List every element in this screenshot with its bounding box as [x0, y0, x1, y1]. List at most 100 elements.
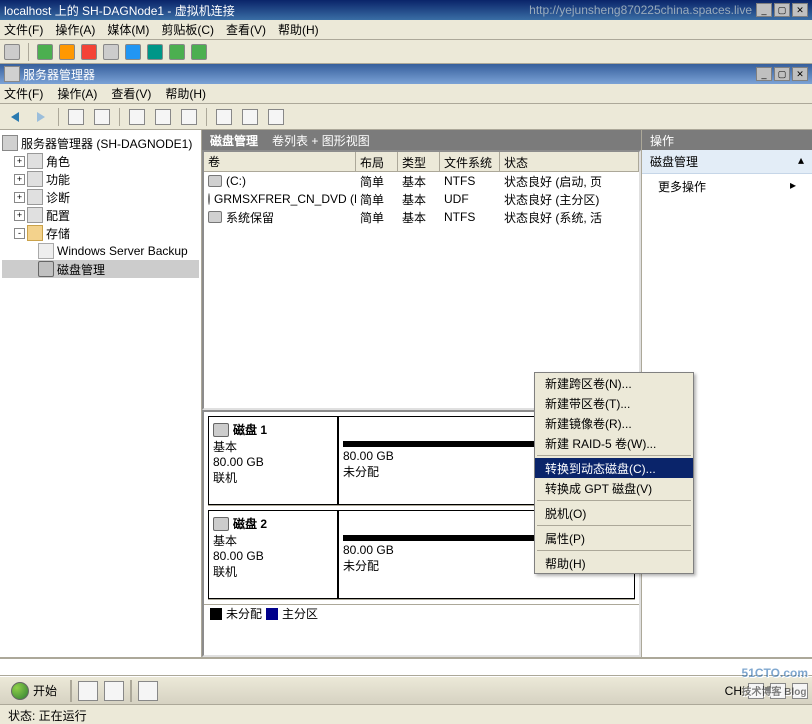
- ime-indicator[interactable]: CH: [725, 684, 742, 698]
- actions-more[interactable]: 更多操作 ▸: [642, 174, 812, 199]
- disk-icon: [213, 517, 229, 531]
- shutdown-icon[interactable]: [59, 44, 75, 60]
- sm-titlebar: 服务器管理器 _ ▢ ✕: [0, 64, 812, 84]
- sm-menu-view[interactable]: 查看(V): [111, 85, 151, 102]
- col-filesystem[interactable]: 文件系统: [440, 152, 500, 171]
- chevron-right-icon: ▸: [790, 178, 796, 195]
- sm-close-button[interactable]: ✕: [792, 67, 808, 81]
- taskbar-app-3-icon[interactable]: [138, 681, 158, 701]
- disk-icon: [213, 423, 229, 437]
- menu-item[interactable]: 新建镜像卷(R)...: [535, 413, 693, 433]
- tree-config[interactable]: +配置: [2, 206, 199, 224]
- revert-icon[interactable]: [191, 44, 207, 60]
- sm-menu-file[interactable]: 文件(F): [4, 85, 43, 102]
- separator: [130, 680, 132, 702]
- vm-max-button[interactable]: ▢: [774, 3, 790, 17]
- volume-row[interactable]: 系统保留简单基本NTFS状态良好 (系统, 活: [204, 208, 639, 226]
- menu-item[interactable]: 转换到动态磁盘(C)...: [535, 458, 693, 478]
- expander-icon[interactable]: +: [14, 174, 25, 185]
- snapshot-icon[interactable]: [169, 44, 185, 60]
- tray-action-icon[interactable]: [792, 683, 808, 699]
- vm-menu-help[interactable]: 帮助(H): [278, 21, 319, 38]
- menu-separator: [537, 500, 691, 501]
- tree-wsb[interactable]: Windows Server Backup: [2, 242, 199, 260]
- context-menu[interactable]: 新建跨区卷(N)...新建带区卷(T)...新建镜像卷(R)...新建 RAID…: [534, 372, 694, 574]
- col-volume[interactable]: 卷: [204, 152, 356, 171]
- start-icon[interactable]: [37, 44, 53, 60]
- vm-title-url: http://yejunsheng870225china.spaces.live: [529, 3, 752, 17]
- server-manager-icon: [4, 66, 20, 82]
- tree-storage[interactable]: - 存储: [2, 224, 199, 242]
- start-orb-icon: [11, 682, 29, 700]
- nav-tree[interactable]: 服务器管理器 (SH-DAGNODE1) + 角色 +功能 +诊断 +配置 - 存储…: [0, 130, 202, 657]
- sm-menu-action[interactable]: 操作(A): [57, 85, 97, 102]
- tb-icon-2[interactable]: [91, 107, 113, 127]
- legend-primary-swatch: [266, 608, 278, 620]
- menu-item[interactable]: 帮助(H): [535, 553, 693, 573]
- menu-item[interactable]: 属性(P): [535, 528, 693, 548]
- start-button[interactable]: 开始: [4, 679, 64, 703]
- tree-root[interactable]: 服务器管理器 (SH-DAGNODE1): [2, 134, 199, 152]
- expander-icon[interactable]: -: [14, 228, 25, 239]
- taskbar-app-1-icon[interactable]: [78, 681, 98, 701]
- backup-icon: [38, 243, 54, 259]
- reset-icon[interactable]: [147, 44, 163, 60]
- tray-network-icon[interactable]: [748, 683, 764, 699]
- volume-list[interactable]: 卷 布局 类型 文件系统 状态 (C:)简单基本NTFS状态良好 (启动, 页G…: [202, 150, 641, 410]
- tree-diag[interactable]: +诊断: [2, 188, 199, 206]
- vm-menu-action[interactable]: 操作(A): [55, 21, 95, 38]
- tree-root-label: 服务器管理器 (SH-DAGNODE1): [21, 135, 192, 152]
- nav-forward-button[interactable]: [30, 107, 52, 127]
- tray-volume-icon[interactable]: [770, 683, 786, 699]
- tb-icon-7[interactable]: [265, 107, 287, 127]
- disk-info: 磁盘 2基本80.00 GB联机: [208, 510, 338, 599]
- separator: [119, 108, 120, 126]
- menu-item[interactable]: 新建 RAID-5 卷(W)...: [535, 433, 693, 453]
- sm-menubar: 文件(F) 操作(A) 查看(V) 帮助(H): [0, 84, 812, 104]
- expander-icon[interactable]: +: [14, 210, 25, 221]
- vm-menu-clipboard[interactable]: 剪贴板(C): [161, 21, 214, 38]
- volume-row[interactable]: GRMSXFRER_CN_DVD (D:)简单基本UDF状态良好 (主分区): [204, 190, 639, 208]
- sm-max-button[interactable]: ▢: [774, 67, 790, 81]
- sm-menu-help[interactable]: 帮助(H): [165, 85, 206, 102]
- col-type[interactable]: 类型: [398, 152, 440, 171]
- sm-statusbar: [0, 658, 812, 676]
- col-layout[interactable]: 布局: [356, 152, 398, 171]
- tb-refresh-icon[interactable]: [213, 107, 235, 127]
- menu-item[interactable]: 转换成 GPT 磁盘(V): [535, 478, 693, 498]
- expander-icon[interactable]: +: [14, 192, 25, 203]
- actions-more-label: 更多操作: [658, 178, 706, 195]
- tree-disk-mgmt[interactable]: 磁盘管理: [2, 260, 199, 278]
- tb-icon-5[interactable]: [178, 107, 200, 127]
- tree-features[interactable]: +功能: [2, 170, 199, 188]
- sm-min-button[interactable]: _: [756, 67, 772, 81]
- menu-item[interactable]: 新建跨区卷(N)...: [535, 373, 693, 393]
- tb-icon-3[interactable]: [126, 107, 148, 127]
- collapse-icon: ▴: [798, 153, 804, 170]
- system-tray: CH: [725, 683, 808, 699]
- taskbar-app-2-icon[interactable]: [104, 681, 124, 701]
- tb-icon-6[interactable]: [239, 107, 261, 127]
- vm-menu-view[interactable]: 查看(V): [226, 21, 266, 38]
- ctrl-alt-del-icon[interactable]: [4, 44, 20, 60]
- tree-item-label: 角色: [46, 153, 70, 170]
- disk-legend: 未分配 主分区: [204, 604, 639, 622]
- poweroff-icon[interactable]: [81, 44, 97, 60]
- menu-item[interactable]: 脱机(O): [535, 503, 693, 523]
- vm-menu-file[interactable]: 文件(F): [4, 21, 43, 38]
- tree-roles[interactable]: + 角色: [2, 152, 199, 170]
- volume-row[interactable]: (C:)简单基本NTFS状态良好 (启动, 页: [204, 172, 639, 190]
- save-icon[interactable]: [103, 44, 119, 60]
- expander-icon[interactable]: +: [14, 156, 25, 167]
- actions-group[interactable]: 磁盘管理▴: [642, 150, 812, 174]
- menu-item[interactable]: 新建带区卷(T)...: [535, 393, 693, 413]
- vm-min-button[interactable]: _: [756, 3, 772, 17]
- vm-menu-media[interactable]: 媒体(M): [107, 21, 149, 38]
- pause-icon[interactable]: [125, 44, 141, 60]
- vm-close-button[interactable]: ✕: [792, 3, 808, 17]
- tree-item-label: 存储: [46, 225, 70, 242]
- tb-icon-4[interactable]: [152, 107, 174, 127]
- tb-icon-1[interactable]: [65, 107, 87, 127]
- nav-back-button[interactable]: [4, 107, 26, 127]
- col-status[interactable]: 状态: [500, 152, 639, 171]
